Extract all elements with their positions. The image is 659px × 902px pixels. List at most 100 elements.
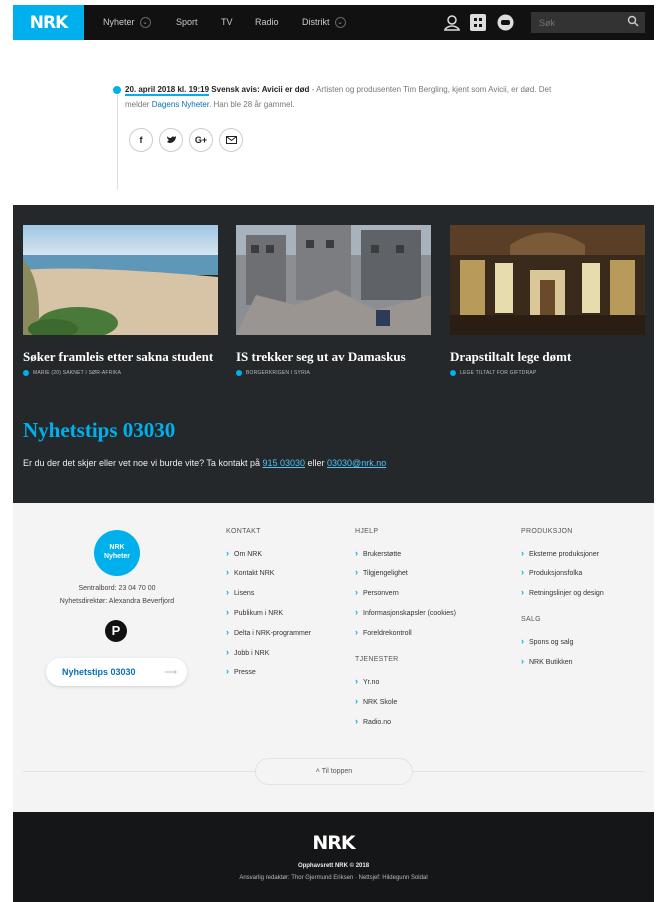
footer-link[interactable]: Tilgjengelighet [355, 567, 408, 577]
card-tag[interactable]: BORGERKRIGEN I SYRIA [236, 370, 431, 376]
footer-link[interactable]: Foreldrekontroll [355, 627, 412, 637]
super-icon[interactable] [497, 14, 514, 31]
article-timestamp: 20. april 2018 kl. 19:19 [125, 85, 210, 96]
footer-link[interactable]: Brukerstøtte [355, 548, 401, 558]
googleplus-share-button[interactable]: G+ [189, 128, 213, 152]
footer-link[interactable]: Presse [226, 666, 256, 676]
article-entry: 20. april 2018 kl. 19:19 Svensk avis: Av… [125, 82, 555, 112]
news-card[interactable]: Søker framleis etter sakna student MARIE… [23, 225, 218, 376]
twitter-share-button[interactable] [159, 128, 183, 152]
nav-item-nyheter[interactable]: Nyheter ⌄ [103, 5, 151, 40]
nrk-nyheter-logo[interactable]: NRK Nyheter [94, 530, 140, 576]
card-tag[interactable]: LEGE TILTALT FOR GIFTDRAP [450, 370, 645, 376]
nav-label: TV [221, 17, 233, 27]
news-director-text: Nyhetsdirektør: Alexandra Beverfjord [59, 598, 175, 605]
footer-link[interactable]: Kontakt NRK [226, 567, 274, 577]
courthouse-photo [450, 225, 645, 335]
googleplus-icon: G+ [194, 135, 208, 145]
footer-heading-tjenester: TJENESTER [355, 656, 399, 663]
news-tips-title: Nyhetstips 03030 [23, 418, 176, 442]
email-icon [225, 136, 237, 144]
tips-phone-link[interactable]: 915 03030 [262, 458, 305, 468]
related-news-section: Søker framleis etter sakna student MARIE… [13, 205, 654, 503]
page-frame: NRK Nyheter ⌄ Sport TV Radio Distrikt ⌄ [13, 5, 654, 902]
news-tips-text: Er du der det skjer eller vet noe vi bur… [23, 458, 386, 468]
timeline-dot [113, 86, 121, 94]
article-headline: Svensk avis: Avicii er død [211, 85, 310, 94]
logo-text: NRK [29, 12, 68, 33]
tag-label: MARIE (20) SAKNET I SØR-AFRIKA [33, 370, 122, 376]
nav-label: Distrikt [302, 17, 330, 27]
tag-dot-icon [236, 370, 242, 376]
arrow-right-icon: ⟶ [164, 667, 177, 677]
tag-label: BORGERKRIGEN I SYRIA [246, 370, 311, 376]
news-tips-button[interactable]: Nyhetstips 03030 ⟶ [46, 658, 187, 686]
facebook-icon: f [139, 135, 143, 145]
chevron-down-icon: ⌄ [139, 17, 151, 29]
nav-label: Radio [255, 17, 279, 27]
footer-heading-hjelp: HJELP [355, 528, 379, 535]
source-link[interactable]: Dagens Nyheter [152, 100, 209, 109]
footer-link[interactable]: Om NRK [226, 548, 262, 558]
news-card[interactable]: IS trekker seg ut av Damaskus BORGERKRIG… [236, 225, 431, 376]
pfu-badge-icon[interactable]: P [105, 620, 127, 642]
tag-dot-icon [23, 370, 29, 376]
copyright-text: Opphavsrett NRK © 2018 [297, 863, 370, 869]
nav-item-tv[interactable]: TV [221, 5, 233, 40]
footer-heading-kontakt: KONTAKT [226, 528, 261, 535]
logo-line1: NRK [109, 544, 125, 551]
news-card[interactable]: Drapstiltalt lege dømt LEGE TILTALT FOR … [450, 225, 645, 376]
nrk-logo-footer[interactable]: NRK [13, 832, 654, 854]
tips-email-link[interactable]: 03030@nrk.no [327, 458, 386, 468]
footer-link[interactable]: Informasjonskapsler (cookies) [355, 607, 456, 617]
facebook-share-button[interactable]: f [129, 128, 153, 152]
nav-label: Nyheter [103, 17, 135, 27]
timeline-line [117, 95, 118, 190]
nav-item-distrikt[interactable]: Distrikt ⌄ [302, 5, 346, 40]
footer-link[interactable]: Delta i NRK-programmer [226, 627, 311, 637]
footer-link[interactable]: Lisens [226, 587, 254, 597]
back-to-top-button[interactable]: ˄ Til toppen [255, 758, 413, 785]
card-title[interactable]: IS trekker seg ut av Damaskus [236, 349, 431, 364]
beach-photo [23, 225, 218, 339]
grid-icon[interactable] [470, 14, 486, 31]
nav-item-sport[interactable]: Sport [176, 5, 198, 40]
card-tag[interactable]: MARIE (20) SAKNET I SØR-AFRIKA [23, 370, 218, 376]
footer-link[interactable]: Produksjonsfolka [521, 567, 582, 577]
search-icon[interactable] [627, 15, 639, 27]
user-icon[interactable] [443, 14, 461, 31]
tips-text-or: eller [305, 458, 328, 468]
nrk-logo[interactable]: NRK [13, 5, 84, 40]
article-text-end: . Han ble 28 år gammel. [209, 100, 295, 109]
site-footer: NRK Nyheter Sentralbord: 23 04 70 00 Nyhe… [13, 503, 654, 812]
ruins-photo [236, 225, 431, 335]
tag-dot-icon [450, 370, 456, 376]
footer-link[interactable]: Yr.no [355, 676, 379, 686]
footer-link[interactable]: Radio.no [355, 716, 391, 726]
email-share-button[interactable] [219, 128, 243, 152]
footer-link[interactable]: Publikum i NRK [226, 607, 283, 617]
footer-heading-produksjon: PRODUKSJON [521, 528, 573, 535]
editors-text: Ansvarlig redaktør: Thor Gjermund Erikse… [239, 875, 428, 881]
card-title[interactable]: Søker framleis etter sakna student [23, 349, 218, 364]
card-title[interactable]: Drapstiltalt lege dømt [450, 349, 645, 364]
footer-link[interactable]: Spons og salg [521, 636, 573, 646]
switchboard-text: Sentralbord: 23 04 70 00 [78, 585, 156, 592]
twitter-icon [166, 136, 176, 143]
footer-heading-salg: SALG [521, 616, 541, 623]
live-article: 20. april 2018 kl. 19:19 Svensk avis: Av… [13, 40, 654, 205]
footer-link[interactable]: NRK Skole [355, 696, 397, 706]
nav-item-radio[interactable]: Radio [255, 5, 279, 40]
footer-link[interactable]: NRK Butikken [521, 656, 573, 666]
nav-label: Sport [176, 17, 198, 27]
footer-link[interactable]: Personvern [355, 587, 399, 597]
tips-text-intro: Er du der det skjer eller vet noe vi bur… [23, 458, 263, 468]
bottom-bar: NRK Opphavsrett NRK © 2018 Ansvarlig red… [13, 812, 654, 902]
footer-link[interactable]: Jobb i NRK [226, 647, 269, 657]
footer-link[interactable]: Eksterne produksjoner [521, 548, 599, 558]
top-navigation: NRK Nyheter ⌄ Sport TV Radio Distrikt ⌄ [13, 5, 654, 40]
tag-label: LEGE TILTALT FOR GIFTDRAP [460, 370, 537, 376]
button-label: Til toppen [321, 768, 353, 775]
logo-line2: Nyheter [103, 553, 131, 560]
footer-link[interactable]: Retningslinjer og design [521, 587, 604, 597]
